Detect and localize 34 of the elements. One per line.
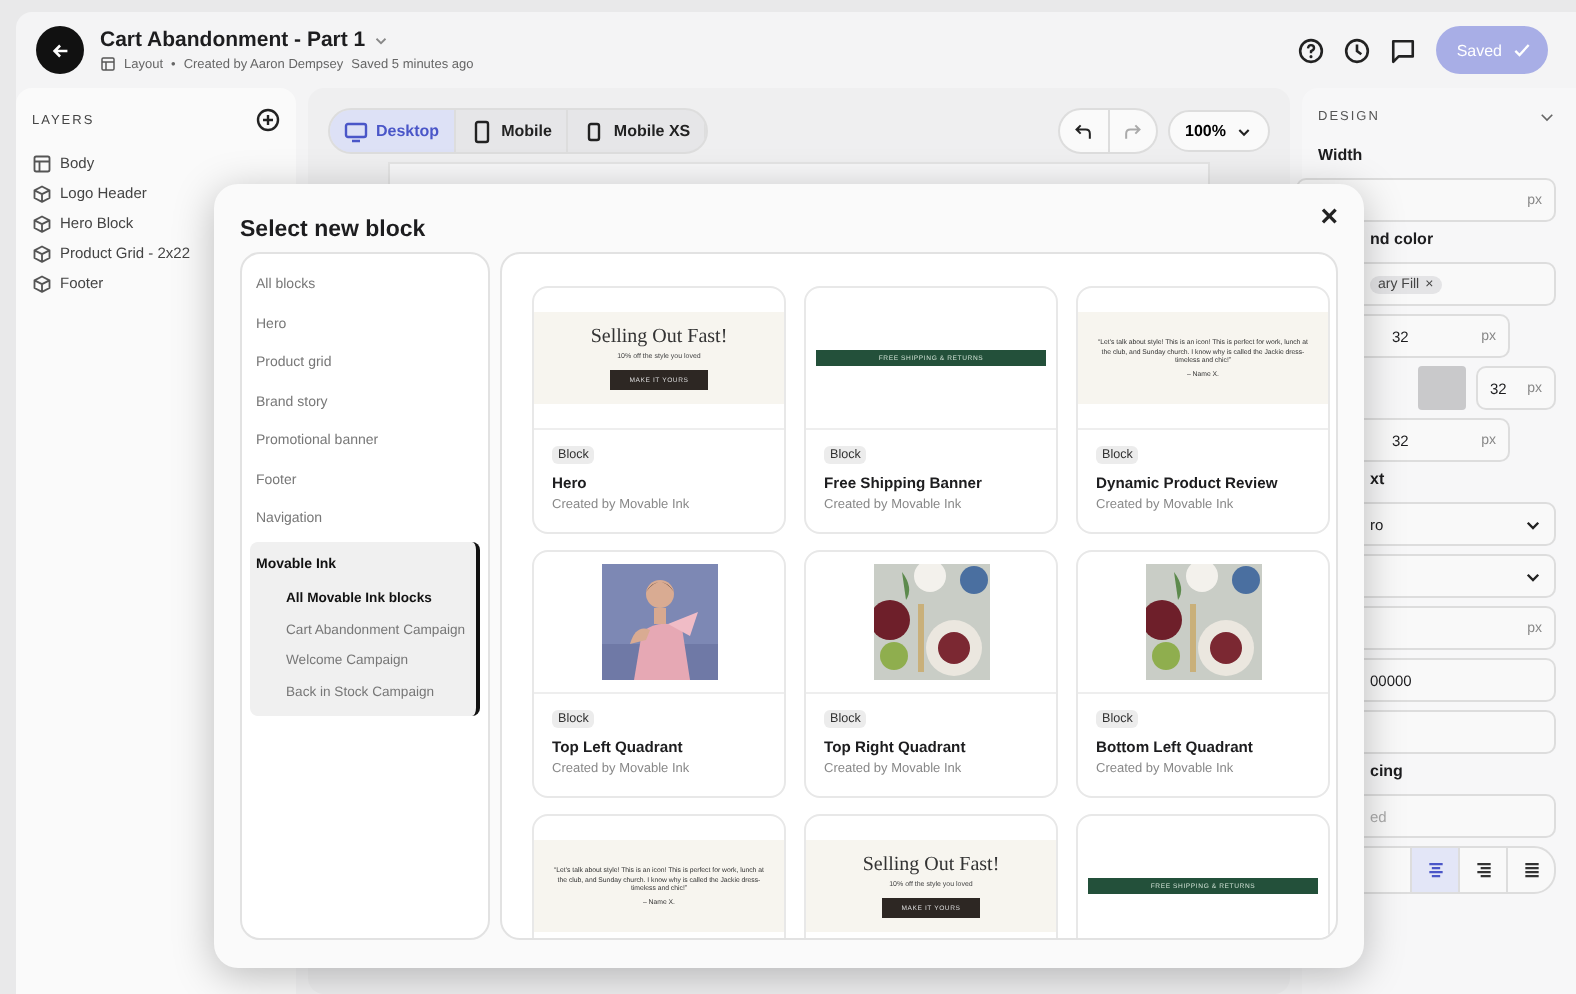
color-swatch[interactable] [1418,366,1466,410]
back-button[interactable] [36,26,84,74]
undo-icon [1073,121,1094,141]
field-label: nd color [1368,230,1436,252]
comment-icon [1390,37,1417,63]
field-label: Width [1318,146,1365,168]
arrow-left-icon [49,39,71,61]
dialog-title: Select new block [240,218,426,242]
align-justify-icon [1521,860,1541,880]
cube-icon [32,183,52,203]
align-center-icon [1425,860,1445,880]
check-icon [1512,40,1532,60]
cube-icon [32,273,52,293]
redo-icon [1122,121,1143,141]
add-icon [256,108,280,132]
clock-icon [1344,37,1371,63]
device-tab[interactable]: Mobile XS [567,110,707,152]
zoom-dropdown[interactable]: 100% [1167,110,1270,152]
phone-icon [469,119,494,143]
help-icon [1298,37,1325,63]
preview-headline: Selling Out Fast! [590,326,728,348]
field-label: cing [1368,762,1405,784]
chevron-down-icon [1538,108,1556,126]
device-tab[interactable]: Mobile [455,110,568,152]
monitor-icon [344,119,368,143]
cube-icon [32,213,52,233]
device-tab[interactable]: Desktop [330,110,456,152]
layout-icon [32,153,52,173]
layout-icon [100,56,116,72]
preview-headline: Selling Out Fast! [862,854,1000,876]
align-right-icon [1473,860,1493,880]
document-title: Cart Abandonment - Part 1 [100,28,366,52]
cube-icon [32,243,52,263]
field-label: xt [1368,470,1387,492]
